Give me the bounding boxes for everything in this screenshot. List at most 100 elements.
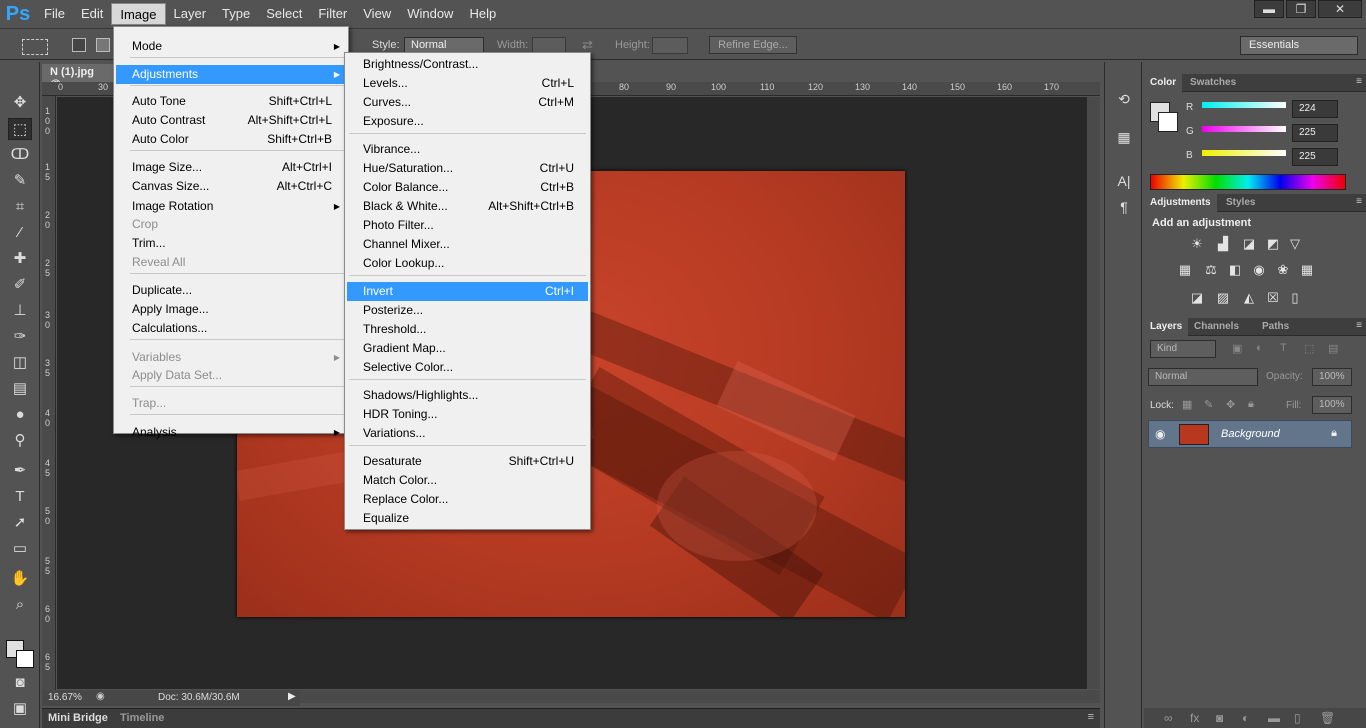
filter-pixel-icon[interactable]: ▣ [1232,342,1242,355]
menu-item-desaturate[interactable]: Desaturate Shift+Ctrl+U [347,452,588,471]
rectangle-tool-icon[interactable]: ▭ [8,538,32,560]
menu-filter[interactable]: Filter [310,3,355,25]
layer-row-background[interactable]: ◉ Background 🔒︎ [1148,420,1352,448]
menu-item-trim[interactable]: Trim... [116,234,346,253]
menu-type[interactable]: Type [214,3,258,25]
move-tool-icon[interactable]: ✥ [8,92,32,114]
menu-item-variables[interactable]: Variables ▶ [116,348,346,367]
history-panel-icon[interactable]: ⟲ [1113,88,1135,110]
hue-saturation-adjustment-icon[interactable]: ▦ [1176,262,1194,278]
tab-styles[interactable]: Styles [1220,194,1261,212]
tab-swatches[interactable]: Swatches [1184,74,1242,92]
menu-item-analysis[interactable]: Analysis ▶ [116,423,346,442]
blend-mode-select[interactable]: Normal [1148,368,1258,386]
tab-color[interactable]: Color [1144,74,1183,92]
menu-item-curves[interactable]: Curves... Ctrl+M [347,93,588,112]
menu-window[interactable]: Window [399,3,461,25]
menu-item-color-lookup[interactable]: Color Lookup... [347,254,588,273]
tab-adjustments[interactable]: Adjustments [1144,194,1217,212]
menu-item-duplicate[interactable]: Duplicate... [116,281,346,300]
lock-all-icon[interactable]: 🔒︎ [1248,398,1254,411]
menu-item-reveal-all[interactable]: Reveal All [116,253,346,272]
menu-item-match-color[interactable]: Match Color... [347,471,588,490]
color-lookup-adjustment-icon[interactable]: ▦ [1298,262,1316,278]
menu-item-crop[interactable]: Crop [116,215,346,234]
layer-name[interactable]: Background [1221,428,1280,440]
minimize-button[interactable]: ▬ [1254,0,1284,18]
tab-mini-bridge[interactable]: Mini Bridge [48,712,108,724]
healing-brush-tool-icon[interactable]: ✚ [8,248,32,270]
menu-item-gradient-map[interactable]: Gradient Map... [347,339,588,358]
status-info-icon[interactable]: ◉ [96,691,105,702]
curves-adjustment-icon[interactable]: ◪ [1240,236,1258,252]
levels-adjustment-icon[interactable]: ▟ [1214,236,1232,252]
menu-item-adjustments[interactable]: Adjustments ▶ [116,65,346,84]
menu-item-canvas-size[interactable]: Canvas Size... Alt+Ctrl+C [116,177,346,196]
workspace-switcher[interactable]: Essentials [1240,36,1358,55]
path-selection-tool-icon[interactable]: ➚ [8,512,32,534]
marquee-tool-icon[interactable]: ⬚ [8,118,32,140]
filter-type-icon[interactable]: T [1280,342,1287,354]
menu-file[interactable]: File [36,3,73,25]
pen-tool-icon[interactable]: ✒ [8,460,32,482]
menu-item-equalize[interactable]: Equalize [347,509,588,528]
background-color-swatch[interactable] [16,650,34,668]
new-selection-button[interactable] [72,38,86,52]
new-layer-icon[interactable]: ▯ [1294,711,1301,725]
menu-item-invert[interactable]: Invert Ctrl+I [347,282,588,301]
menu-item-selective-color[interactable]: Selective Color... [347,358,588,377]
color-background-swatch[interactable] [1158,112,1178,132]
opacity-input[interactable]: 100% [1312,368,1352,386]
menu-edit[interactable]: Edit [73,3,111,25]
paragraph-panel-icon[interactable]: ¶ [1113,196,1135,218]
menu-item-mode[interactable]: Mode ▶ [116,37,346,56]
lasso-tool-icon[interactable]: ↀ [8,144,32,166]
menu-item-auto-color[interactable]: Auto Color Shift+Ctrl+B [116,130,346,149]
menu-item-hue-saturation[interactable]: Hue/Saturation... Ctrl+U [347,159,588,178]
menu-item-hdr-toning[interactable]: HDR Toning... [347,405,588,424]
link-layers-icon[interactable]: ∞ [1164,711,1173,725]
menu-item-apply-data-set[interactable]: Apply Data Set... [116,366,346,385]
history-brush-tool-icon[interactable]: ✑ [8,326,32,348]
properties-panel-icon[interactable]: ▦ [1113,126,1135,148]
menu-item-black-white[interactable]: Black & White... Alt+Shift+Ctrl+B [347,197,588,216]
eyedropper-tool-icon[interactable]: ⁄ [8,222,32,244]
menu-item-image-rotation[interactable]: Image Rotation ▶ [116,197,346,216]
posterize-adjustment-icon[interactable]: ▨ [1214,290,1232,306]
close-button[interactable]: ✕ [1318,0,1362,18]
menu-item-posterize[interactable]: Posterize... [347,301,588,320]
brightness-adjustment-icon[interactable]: ☀ [1188,236,1206,252]
selective-color-adjustment-icon[interactable]: ☒ [1264,290,1282,306]
menu-item-calculations[interactable]: Calculations... [116,319,346,338]
height-input[interactable] [652,37,688,54]
crop-tool-icon[interactable]: ⌗ [8,196,32,218]
swap-icon[interactable]: ⇄ [582,37,593,53]
quick-selection-tool-icon[interactable]: ✎ [8,170,32,192]
document-tab[interactable]: N (1).jpg @ [42,64,114,90]
menu-view[interactable]: View [355,3,399,25]
menu-item-photo-filter[interactable]: Photo Filter... [347,216,588,235]
red-slider[interactable] [1202,102,1286,108]
new-adjustment-layer-icon[interactable]: ◐ [1242,711,1249,725]
black-white-adjustment-icon[interactable]: ◧ [1226,262,1244,278]
menu-item-auto-contrast[interactable]: Auto Contrast Alt+Shift+Ctrl+L [116,111,346,130]
tool-preset-picker[interactable] [22,39,48,55]
visibility-eye-icon[interactable]: ◉ [1155,427,1165,441]
new-group-icon[interactable]: ▬ [1268,711,1280,725]
brush-tool-icon[interactable]: ✐ [8,274,32,296]
color-spectrum-bar[interactable] [1150,174,1346,190]
menu-help[interactable]: Help [461,3,504,25]
menu-item-auto-tone[interactable]: Auto Tone Shift+Ctrl+L [116,92,346,111]
horizontal-scrollbar[interactable] [300,690,1100,703]
refine-edge-button[interactable]: Refine Edge... [709,36,797,54]
exposure-adjustment-icon[interactable]: ◩ [1264,236,1282,252]
menu-item-vibrance[interactable]: Vibrance... [347,140,588,159]
gradient-tool-icon[interactable]: ▤ [8,378,32,400]
vertical-scrollbar[interactable] [1087,97,1100,689]
character-panel-icon[interactable]: A| [1113,170,1135,192]
menu-item-levels[interactable]: Levels... Ctrl+L [347,74,588,93]
lock-position-icon[interactable]: ✥ [1226,398,1235,411]
menu-item-shadows-highlights[interactable]: Shadows/Highlights... [347,386,588,405]
zoom-tool-icon[interactable]: ⌕ [8,594,32,616]
zoom-level[interactable]: 16.67% [48,692,82,703]
